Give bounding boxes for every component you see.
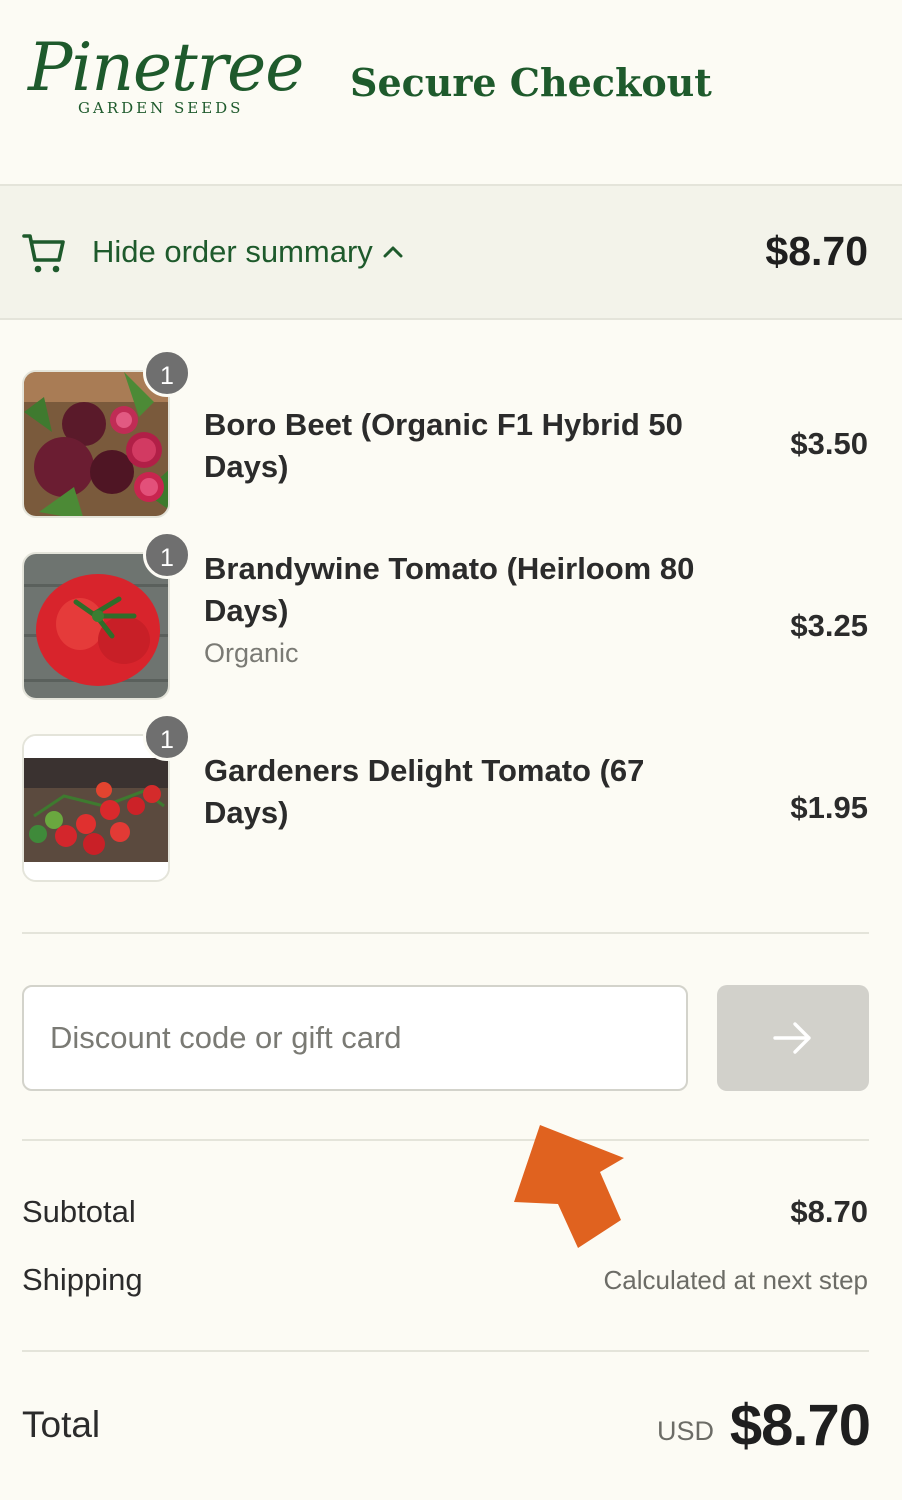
line-item: 1 Boro Beet (Organic F1 Hybrid 50 Days) … bbox=[0, 349, 902, 520]
summary-toggle-label: Hide order summary bbox=[92, 234, 373, 269]
total-amount: $8.70 bbox=[729, 1393, 871, 1458]
chevron-up-icon bbox=[383, 246, 403, 258]
divider bbox=[22, 932, 869, 934]
quantity-badge: 1 bbox=[143, 349, 191, 397]
cart-icon bbox=[22, 234, 65, 273]
shipping-value: Calculated at next step bbox=[603, 1265, 869, 1295]
discount-code-input[interactable] bbox=[22, 985, 688, 1091]
item-title: Gardeners Delight Tomato (67 Days) bbox=[204, 753, 645, 830]
apply-discount-button[interactable] bbox=[717, 985, 869, 1091]
quantity-badge: 1 bbox=[143, 713, 191, 761]
line-item: 1 Gardeners Delight Tomato (67 Days) $1.… bbox=[0, 713, 902, 884]
subtotal-value: $8.70 bbox=[790, 1194, 868, 1229]
annotation-arrow-icon bbox=[514, 1125, 624, 1248]
divider bbox=[22, 1139, 869, 1141]
item-name: Brandywine Tomato (Heirloom 80 Days) Org… bbox=[204, 548, 704, 674]
item-title: Boro Beet (Organic F1 Hybrid 50 Days) bbox=[204, 407, 683, 484]
total-label: Total bbox=[22, 1404, 101, 1445]
item-name: Boro Beet (Organic F1 Hybrid 50 Days) bbox=[204, 404, 704, 488]
item-price: $3.25 bbox=[790, 608, 868, 643]
quantity-badge: 1 bbox=[143, 531, 191, 579]
hide-order-summary-toggle[interactable]: Hide order summary bbox=[92, 234, 405, 270]
order-summary-bar[interactable]: Hide order summary $8.70 bbox=[0, 184, 902, 320]
pinetree-logo[interactable]: Pinetree GARDEN SEEDS bbox=[26, 28, 336, 124]
summary-total-price: $8.70 bbox=[765, 228, 868, 274]
product-image-gardeners-delight-tomato bbox=[22, 734, 170, 882]
item-price: $3.50 bbox=[790, 426, 868, 461]
line-item: 1 Brandywine Tomato (Heirloom 80 Days) O… bbox=[0, 531, 902, 702]
checkout-header: Pinetree GARDEN SEEDS Secure Checkout bbox=[0, 0, 902, 184]
total-currency: USD bbox=[656, 1416, 714, 1446]
item-name: Gardeners Delight Tomato (67 Days) bbox=[204, 750, 704, 834]
logo-wordmark: Pinetree bbox=[28, 29, 304, 106]
product-image-beet bbox=[22, 370, 170, 518]
item-title: Brandywine Tomato (Heirloom 80 Days) bbox=[204, 551, 695, 628]
shipping-label: Shipping bbox=[22, 1262, 143, 1297]
subtotal-label: Subtotal bbox=[22, 1194, 136, 1229]
product-image-brandywine-tomato bbox=[22, 552, 170, 700]
divider bbox=[22, 1350, 869, 1352]
item-variant: Organic bbox=[204, 638, 299, 668]
logo-subtitle: GARDEN SEEDS bbox=[78, 99, 244, 117]
page-title: Secure Checkout bbox=[350, 60, 712, 105]
item-price: $1.95 bbox=[790, 790, 868, 825]
arrow-right-icon bbox=[773, 1022, 811, 1054]
